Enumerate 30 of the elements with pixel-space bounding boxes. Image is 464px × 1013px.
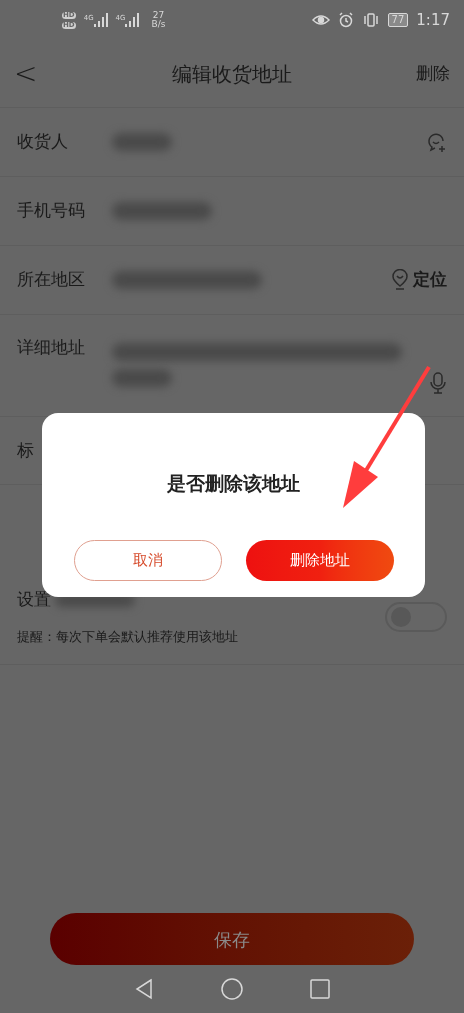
back-nav-icon[interactable] [133, 978, 154, 1000]
signal-icon [93, 13, 108, 27]
field-label: 所在地区 [17, 268, 86, 292]
signal-icon [125, 13, 140, 27]
save-button[interactable]: 保存 [50, 913, 414, 965]
clock-time: 1:17 [416, 9, 450, 31]
field-label: 手机号码 [17, 199, 86, 223]
redacted-value [112, 369, 172, 387]
field-label: 详细地址 [17, 336, 86, 359]
microphone-icon[interactable] [429, 371, 447, 395]
page-title: 编辑收货地址 [171, 60, 293, 88]
field-label: 收货人 [17, 130, 69, 154]
vibrate-icon [361, 12, 380, 28]
default-address-hint: 提醒：每次下单会默认推荐使用该地址 [17, 627, 239, 646]
back-button[interactable]: < [14, 52, 54, 95]
redacted-value [112, 133, 172, 151]
contact-add-icon[interactable] [425, 131, 447, 153]
field-label: 标 [17, 438, 34, 462]
location-pin-icon[interactable] [391, 269, 409, 291]
confirm-delete-button[interactable]: 删除地址 [245, 539, 394, 581]
network-speed: 27 [152, 11, 165, 20]
locate-button[interactable]: 定位 [413, 267, 447, 293]
eye-icon [311, 13, 330, 27]
delete-button[interactable]: 删除 [410, 60, 450, 87]
home-nav-icon[interactable] [221, 978, 243, 1000]
battery-indicator: 77 [387, 13, 409, 27]
dialog-title: 是否删除该地址 [167, 471, 300, 496]
alarm-icon [337, 12, 354, 28]
recents-nav-icon[interactable] [310, 979, 331, 999]
speed-unit: B/s [151, 20, 166, 29]
